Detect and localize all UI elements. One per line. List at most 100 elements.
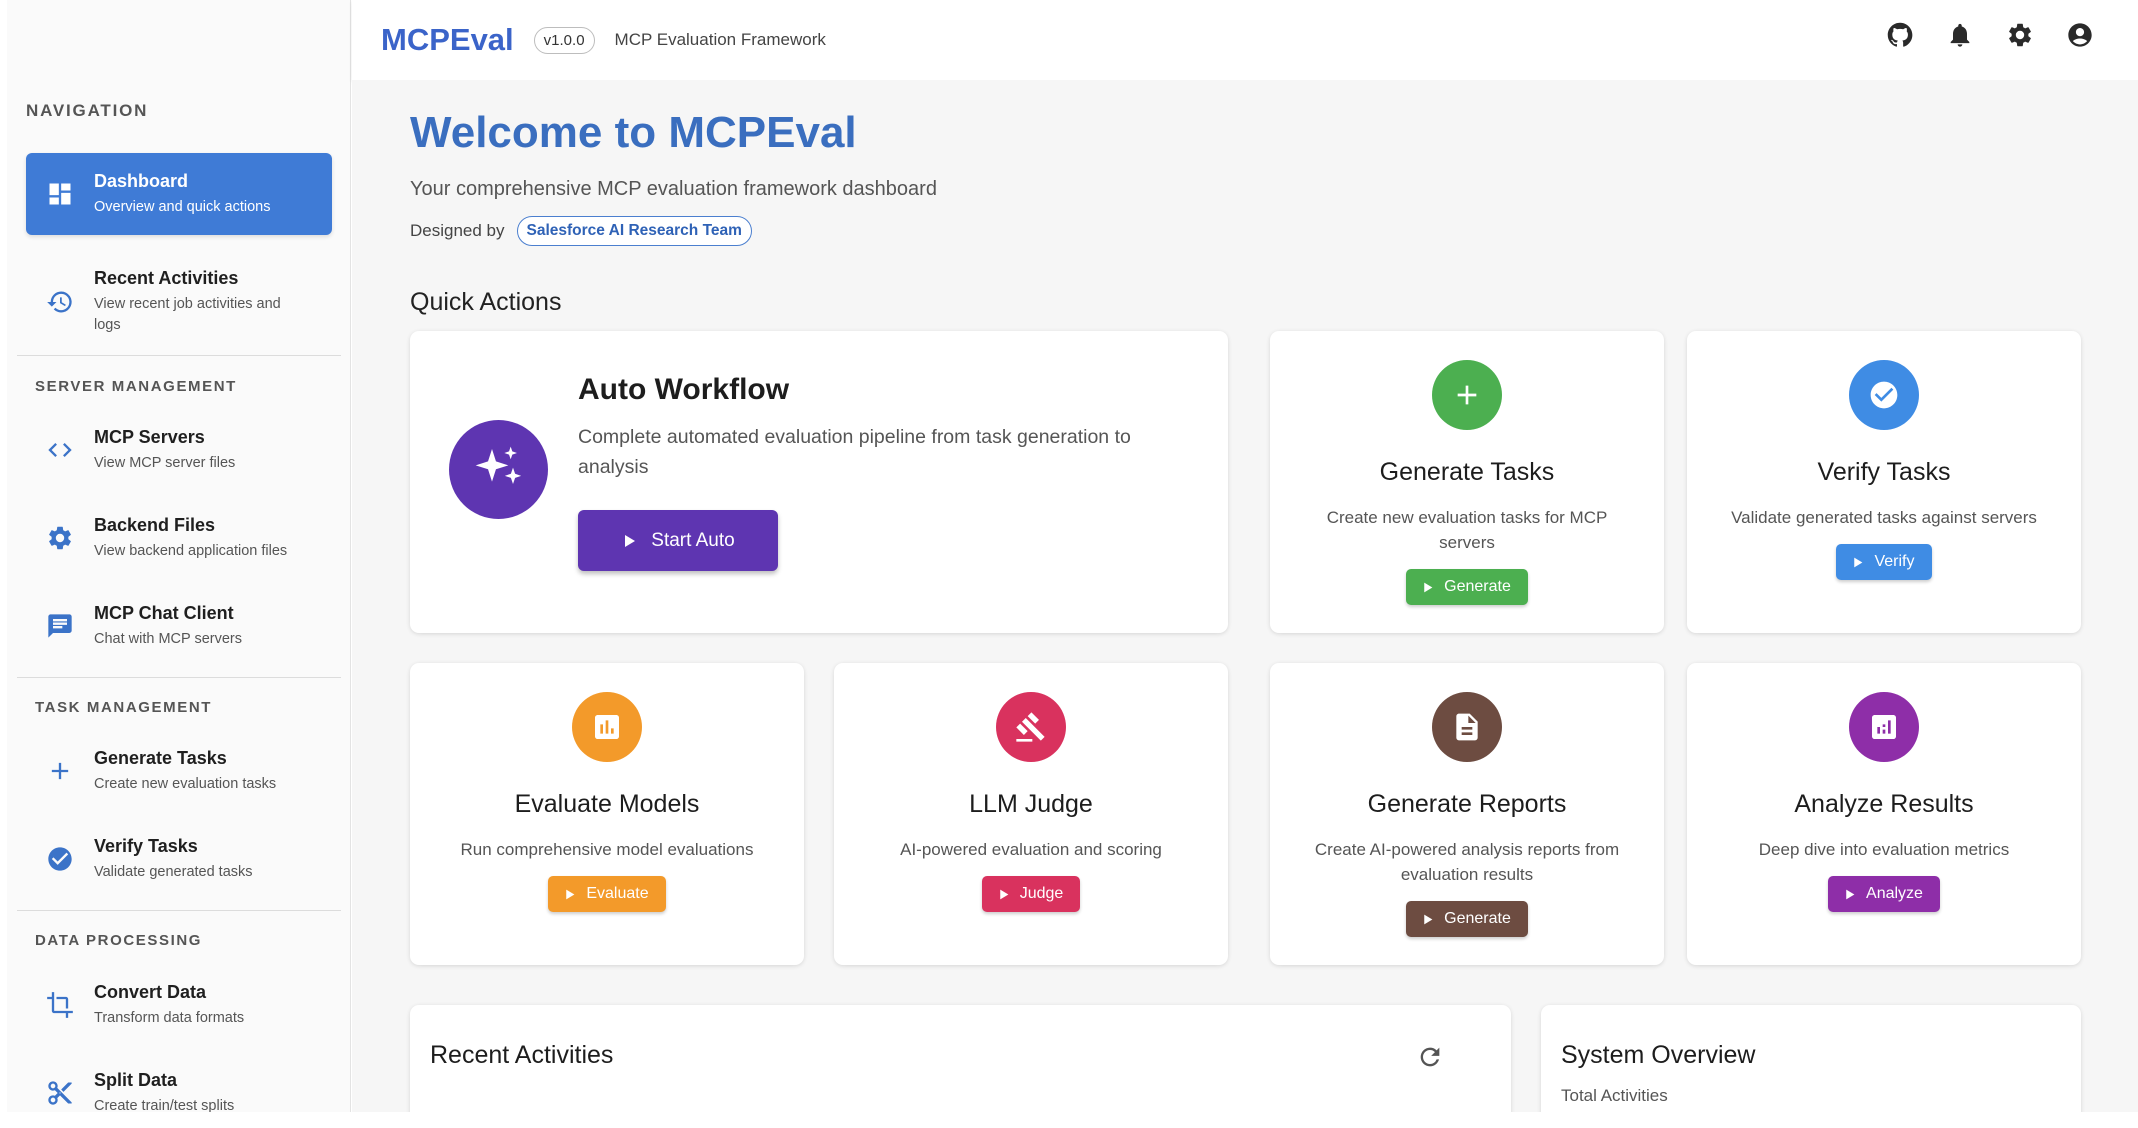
check-circle-icon xyxy=(1849,360,1919,430)
header-actions xyxy=(1886,21,2094,49)
play-icon xyxy=(625,534,636,547)
sidebar-item-description: Validate generated tasks xyxy=(94,863,253,880)
button-label: Verify xyxy=(1874,553,1915,570)
gavel-icon xyxy=(996,692,1066,762)
sidebar-item-dashboard[interactable]: Dashboard Overview and quick actions xyxy=(26,153,332,235)
play-icon xyxy=(566,889,575,899)
check-circle-icon xyxy=(26,845,94,873)
sidebar-item-description: Overview and quick actions xyxy=(94,198,271,215)
team-chip[interactable]: Salesforce AI Research Team xyxy=(516,216,752,246)
generate-reports-card: Generate Reports Create AI-powered analy… xyxy=(1270,663,1664,965)
scissors-icon xyxy=(26,1079,94,1107)
card-title: Generate Reports xyxy=(1367,790,1567,818)
card-description: Create new evaluation tasks for MCP serv… xyxy=(1326,508,1608,552)
generate-tasks-button[interactable]: Generate xyxy=(1406,569,1528,605)
sidebar-item-label: MCP Chat Client xyxy=(94,602,234,623)
evaluate-models-button[interactable]: Evaluate xyxy=(548,876,666,912)
sidebar-item-recent-activities[interactable]: Recent Activities View recent job activi… xyxy=(26,252,332,352)
app-subtitle: MCP Evaluation Framework xyxy=(614,30,826,49)
nav-heading: NAVIGATION xyxy=(26,101,149,120)
verify-tasks-card: Verify Tasks Validate generated tasks ag… xyxy=(1687,331,2081,633)
page-subtitle: Your comprehensive MCP evaluation framew… xyxy=(410,178,937,200)
button-label: Evaluate xyxy=(586,885,649,902)
section-title-server-management: SERVER MANAGEMENT xyxy=(35,378,237,395)
verify-tasks-button[interactable]: Verify xyxy=(1836,544,1932,580)
analyze-results-card: Analyze Results Deep dive into evaluatio… xyxy=(1687,663,2081,965)
sidebar-item-label: Split Data xyxy=(94,1069,178,1090)
play-icon xyxy=(1854,557,1863,567)
sidebar-item-convert-data[interactable]: Convert Data Transform data formats xyxy=(26,964,332,1046)
account-icon[interactable] xyxy=(2066,21,2094,49)
sidebar-item-backend-files[interactable]: Backend Files View backend application f… xyxy=(26,497,332,579)
auto-workflow-title: Auto Workflow xyxy=(578,373,790,406)
card-description: AI-powered evaluation and scoring xyxy=(900,840,1162,859)
play-icon xyxy=(1424,914,1433,924)
sidebar-divider xyxy=(17,677,341,678)
notifications-icon[interactable] xyxy=(1946,21,1974,49)
top-app-bar: MCPEval v1.0.0 MCP Evaluation Framework xyxy=(352,0,2138,80)
sidebar: NAVIGATION Dashboard Overview and quick … xyxy=(7,0,351,1112)
card-title: LLM Judge xyxy=(969,790,1093,818)
sidebar-item-mcp-servers[interactable]: MCP Servers View MCP server files xyxy=(26,409,332,491)
card-description: Run comprehensive model evaluations xyxy=(460,840,754,859)
button-label: Analyze xyxy=(1866,885,1923,902)
main-content: Welcome to MCPEval Your comprehensive MC… xyxy=(352,80,2138,1112)
start-auto-button[interactable]: Start Auto xyxy=(578,510,778,571)
button-label: Generate xyxy=(1444,578,1511,595)
section-title-data-processing: DATA PROCESSING xyxy=(35,932,203,949)
github-icon[interactable] xyxy=(1886,21,1914,49)
sidebar-item-split-data[interactable]: Split Data Create train/test splits xyxy=(26,1052,332,1112)
sidebar-item-label: Convert Data xyxy=(94,981,207,1002)
sidebar-item-description: Create train/test splits xyxy=(94,1097,235,1113)
sidebar-item-label: Recent Activities xyxy=(94,268,239,288)
play-icon xyxy=(1424,582,1433,592)
generate-tasks-card: Generate Tasks Create new evaluation tas… xyxy=(1270,331,1664,633)
analyze-results-button[interactable]: Analyze xyxy=(1828,876,1940,912)
sidebar-item-label: Verify Tasks xyxy=(94,835,198,856)
plus-icon xyxy=(26,757,94,785)
evaluate-models-card: Evaluate Models Run comprehensive model … xyxy=(410,663,804,965)
card-title: Verify Tasks xyxy=(1817,458,1951,486)
sidebar-item-label: MCP Servers xyxy=(94,426,205,447)
start-auto-label: Start Auto xyxy=(651,529,735,551)
quick-actions-title: Quick Actions xyxy=(410,288,562,316)
chat-icon xyxy=(26,612,94,640)
sidebar-item-mcp-chat-client[interactable]: MCP Chat Client Chat with MCP servers xyxy=(26,585,332,667)
generate-reports-button[interactable]: Generate xyxy=(1406,901,1528,937)
card-title: Analyze Results xyxy=(1794,790,1974,818)
sidebar-item-generate-tasks[interactable]: Generate Tasks Create new evaluation tas… xyxy=(26,730,332,812)
version-badge: v1.0.0 xyxy=(533,26,595,54)
dashboard-icon xyxy=(26,180,94,208)
recent-activities-card: Recent Activities xyxy=(410,1005,1511,1112)
settings-icon[interactable] xyxy=(2006,21,2034,49)
sidebar-item-description: View recent job activities and logs xyxy=(94,296,281,333)
analytics-icon xyxy=(1849,692,1919,762)
plus-icon xyxy=(1432,360,1502,430)
sidebar-item-label: Backend Files xyxy=(94,514,216,535)
sidebar-item-verify-tasks[interactable]: Verify Tasks Validate generated tasks xyxy=(26,818,332,900)
designed-by-label: Designed by xyxy=(410,221,505,240)
refresh-icon[interactable] xyxy=(1416,1043,1444,1071)
card-title: Evaluate Models xyxy=(514,790,700,818)
code-icon xyxy=(26,436,94,464)
sparkle-icon xyxy=(449,420,548,519)
card-title: Generate Tasks xyxy=(1379,458,1555,486)
sidebar-divider xyxy=(17,910,341,911)
app-brand[interactable]: MCPEval xyxy=(381,22,514,58)
sidebar-item-description: Create new evaluation tasks xyxy=(94,775,277,792)
history-icon xyxy=(26,288,94,316)
sidebar-item-description: View MCP server files xyxy=(94,454,236,471)
sidebar-item-label: Dashboard xyxy=(94,170,189,191)
button-label: Judge xyxy=(1019,885,1064,902)
llm-judge-card: LLM Judge AI-powered evaluation and scor… xyxy=(834,663,1228,965)
card-description: Deep dive into evaluation metrics xyxy=(1758,840,2010,859)
card-description: Validate generated tasks against servers xyxy=(1731,508,2037,527)
auto-workflow-card: Auto Workflow Complete automated evaluat… xyxy=(410,331,1228,633)
sidebar-item-description: Chat with MCP servers xyxy=(94,630,242,647)
llm-judge-button[interactable]: Judge xyxy=(981,876,1081,912)
gear-icon xyxy=(26,524,94,552)
button-label: Generate xyxy=(1444,910,1511,927)
play-icon xyxy=(1846,889,1855,899)
system-overview-title: System Overview xyxy=(1561,1041,1756,1069)
sidebar-item-description: View backend application files xyxy=(94,542,288,559)
